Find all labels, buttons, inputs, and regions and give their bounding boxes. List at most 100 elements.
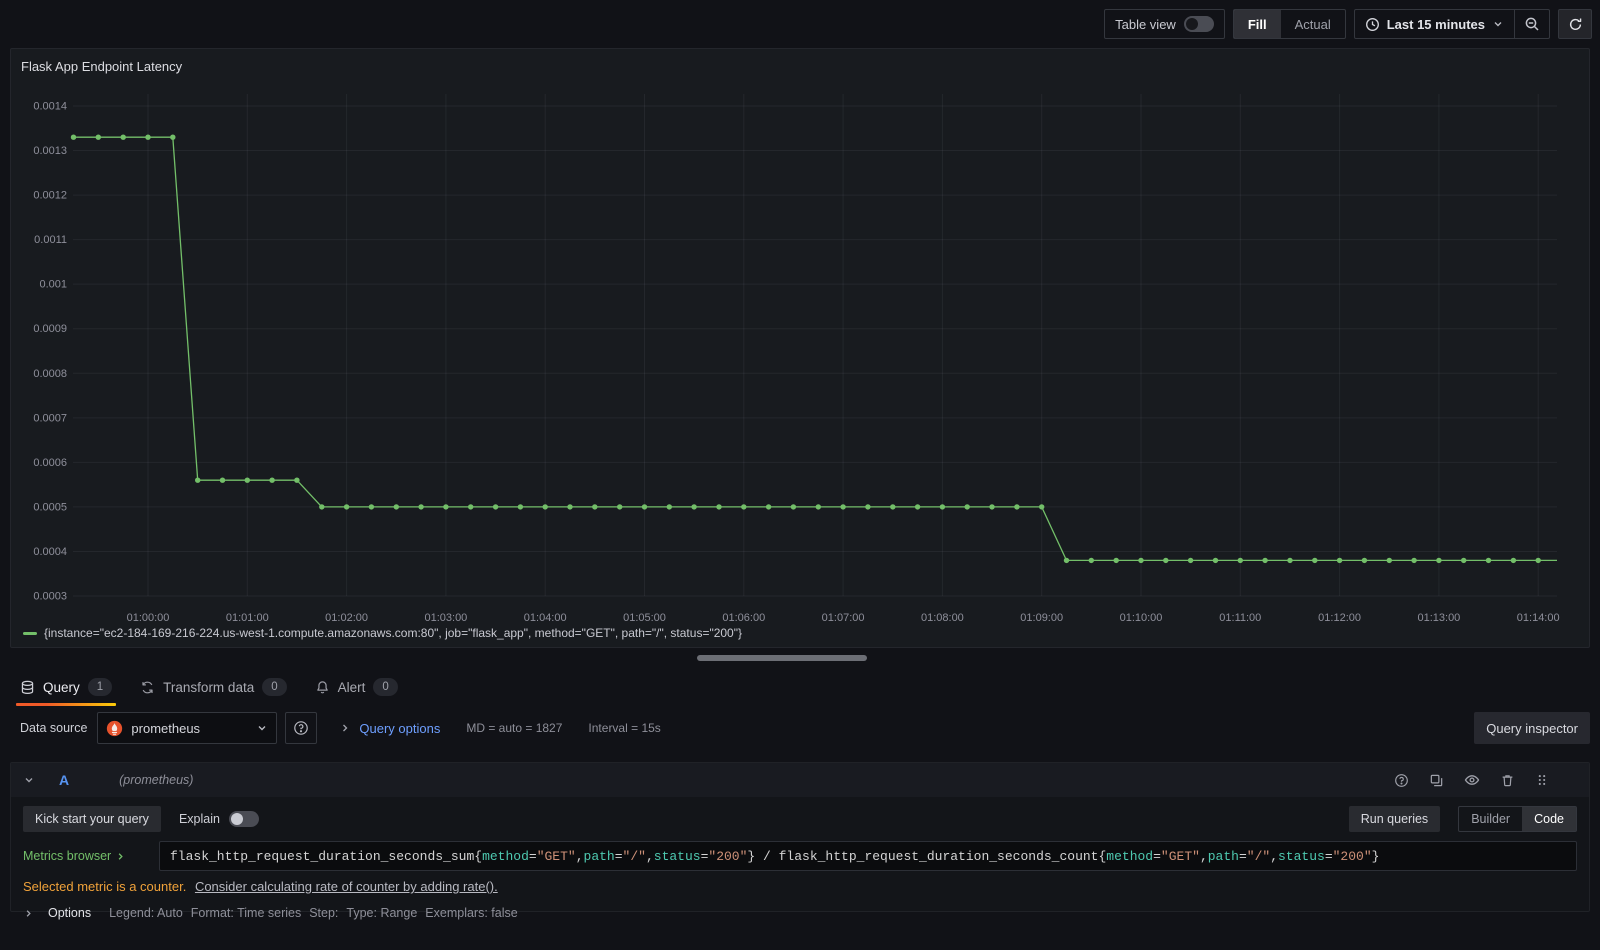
angle-right-icon: [339, 722, 351, 734]
svg-text:0.0004: 0.0004: [33, 546, 67, 558]
angle-right-icon: [115, 851, 126, 862]
query-inspector-button[interactable]: Query inspector: [1474, 712, 1590, 744]
option-item: Step:: [309, 906, 339, 920]
svg-text:01:03:00: 01:03:00: [424, 612, 467, 624]
question-circle-icon: [1394, 773, 1409, 788]
svg-text:0.0013: 0.0013: [33, 145, 67, 157]
query-toolbar-row: Kick start your query Explain Run querie…: [23, 806, 1577, 832]
interval-text: Interval = 15s: [588, 721, 661, 735]
eye-icon: [1464, 772, 1480, 788]
explain-toggle[interactable]: [228, 811, 259, 827]
query-options-stats: MD = auto = 1827 Interval = 15s: [466, 721, 660, 735]
chevron-down-icon: [256, 722, 268, 734]
query-options-summary: Options Legend: Auto Format: Time series S…: [23, 906, 1577, 920]
tab-alert-count: 0: [373, 678, 398, 696]
code-mode-button[interactable]: Code: [1522, 807, 1576, 831]
angle-right-icon[interactable]: [23, 908, 34, 919]
time-range-label: Last 15 minutes: [1386, 16, 1485, 32]
query-options-label: Query options: [359, 720, 441, 736]
svg-text:0.0003: 0.0003: [33, 591, 67, 603]
drag-handle[interactable]: [1535, 773, 1549, 787]
table-view-group: Table view: [1104, 9, 1225, 39]
bell-icon: [315, 680, 330, 695]
warning-text: Selected metric is a counter.: [23, 879, 187, 894]
svg-text:01:00:00: 01:00:00: [127, 612, 170, 624]
warning-rate-link[interactable]: Consider calculating rate of counter by …: [195, 879, 498, 894]
fill-button[interactable]: Fill: [1233, 10, 1281, 38]
svg-text:01:06:00: 01:06:00: [722, 612, 765, 624]
tab-alert-label: Alert: [337, 679, 366, 695]
svg-text:01:09:00: 01:09:00: [1020, 612, 1063, 624]
collapse-chevron-icon[interactable]: [23, 774, 35, 786]
tab-transform-count: 0: [262, 678, 287, 696]
legend-series-swatch: [23, 631, 37, 635]
tab-query-count: 1: [87, 678, 113, 696]
actual-button[interactable]: Actual: [1281, 10, 1345, 38]
query-row-header: A (prometheus): [11, 763, 1589, 797]
editor-mode-group: Builder Code: [1458, 806, 1577, 832]
promql-expression: flask_http_request_duration_seconds_sum{…: [170, 848, 1380, 864]
tab-query-label: Query: [43, 679, 80, 695]
zoom-out-button[interactable]: [1515, 10, 1549, 38]
option-item: Legend: Auto: [109, 906, 183, 920]
datasource-select[interactable]: prometheus: [97, 712, 278, 744]
time-range-picker[interactable]: Last 15 minutes: [1355, 10, 1514, 38]
query-row-actions: [1394, 772, 1577, 788]
process-icon: [140, 680, 155, 695]
svg-text:01:12:00: 01:12:00: [1318, 612, 1361, 624]
datasource-help-button[interactable]: [285, 712, 318, 744]
tab-transform-data[interactable]: Transform data 0: [140, 668, 287, 706]
option-item: Exemplars: false: [425, 906, 518, 920]
refresh-icon: [1568, 17, 1583, 32]
tab-transform-label: Transform data: [163, 679, 255, 695]
svg-text:01:11:00: 01:11:00: [1219, 612, 1261, 624]
table-view-toggle[interactable]: [1183, 16, 1214, 32]
panel-title: Flask App Endpoint Latency: [21, 59, 183, 74]
run-queries-button[interactable]: Run queries: [1348, 806, 1441, 832]
duplicate-icon: [1429, 773, 1444, 788]
query-row-body: Kick start your query Explain Run querie…: [11, 797, 1589, 920]
remove-query-button[interactable]: [1500, 773, 1515, 788]
metrics-browser-button[interactable]: Metrics browser: [23, 849, 159, 863]
query-help-button[interactable]: [1394, 773, 1409, 788]
editor-tabs: Query 1 Transform data 0 Alert 0: [0, 668, 1600, 706]
tab-query[interactable]: Query 1: [15, 668, 117, 706]
svg-text:0.0005: 0.0005: [33, 501, 67, 513]
table-view-label: Table view: [1115, 16, 1176, 32]
legend-item[interactable]: {instance="ec2-184-169-216-224.us-west-1…: [23, 626, 742, 640]
latency-chart[interactable]: 0.0014 0.0013 0.0012 0.0011 0.001 0.0009 0.000…: [11, 49, 1589, 647]
refresh-button[interactable]: [1558, 9, 1592, 39]
toggle-visibility-button[interactable]: [1464, 772, 1480, 788]
builder-mode-button[interactable]: Builder: [1459, 807, 1522, 831]
time-controls-group: Last 15 minutes: [1353, 9, 1550, 39]
trash-icon: [1500, 773, 1515, 788]
query-datasource-hint: (prometheus): [119, 773, 194, 787]
drag-grip-icon: [1535, 773, 1549, 787]
grafana-panel-edit-view: Table view Fill Actual Last 15 minutes F…: [0, 0, 1600, 950]
options-items: Legend: Auto Format: Time series Step: Type…: [109, 906, 526, 920]
top-toolbar: Table view Fill Actual Last 15 minutes: [0, 0, 1600, 48]
horizontal-scrollbar: [0, 648, 1600, 668]
database-icon: [20, 680, 35, 695]
query-options-toggle[interactable]: Query options: [339, 721, 440, 736]
promql-code-editor[interactable]: flask_http_request_duration_seconds_sum{…: [159, 841, 1577, 871]
query-expression-row: Metrics browser flask_http_request_durat…: [23, 841, 1577, 871]
svg-text:0.0007: 0.0007: [33, 412, 67, 424]
option-item: Format: Time series: [190, 906, 302, 920]
timeseries-panel: Flask App Endpoint Latency 0.0014 0.0013 0…: [10, 48, 1590, 648]
svg-text:01:14:00: 01:14:00: [1517, 612, 1560, 624]
legend-series-label: {instance="ec2-184-169-216-224.us-west-1…: [44, 626, 742, 640]
kick-start-query-button[interactable]: Kick start your query: [23, 806, 161, 832]
svg-text:0.0006: 0.0006: [33, 457, 67, 469]
datasource-value: prometheus: [131, 720, 201, 736]
svg-text:0.0011: 0.0011: [34, 234, 67, 246]
duplicate-query-button[interactable]: [1429, 773, 1444, 788]
question-circle-icon: [293, 720, 309, 736]
datasource-label: Data source: [20, 721, 88, 735]
counter-warning: Selected metric is a counter. Consider c…: [23, 879, 1577, 894]
tab-alert[interactable]: Alert 0: [315, 668, 398, 706]
svg-text:01:01:00: 01:01:00: [226, 612, 269, 624]
svg-text:01:04:00: 01:04:00: [524, 612, 567, 624]
scrollbar-thumb[interactable]: [697, 655, 867, 661]
clock-icon: [1365, 17, 1380, 32]
